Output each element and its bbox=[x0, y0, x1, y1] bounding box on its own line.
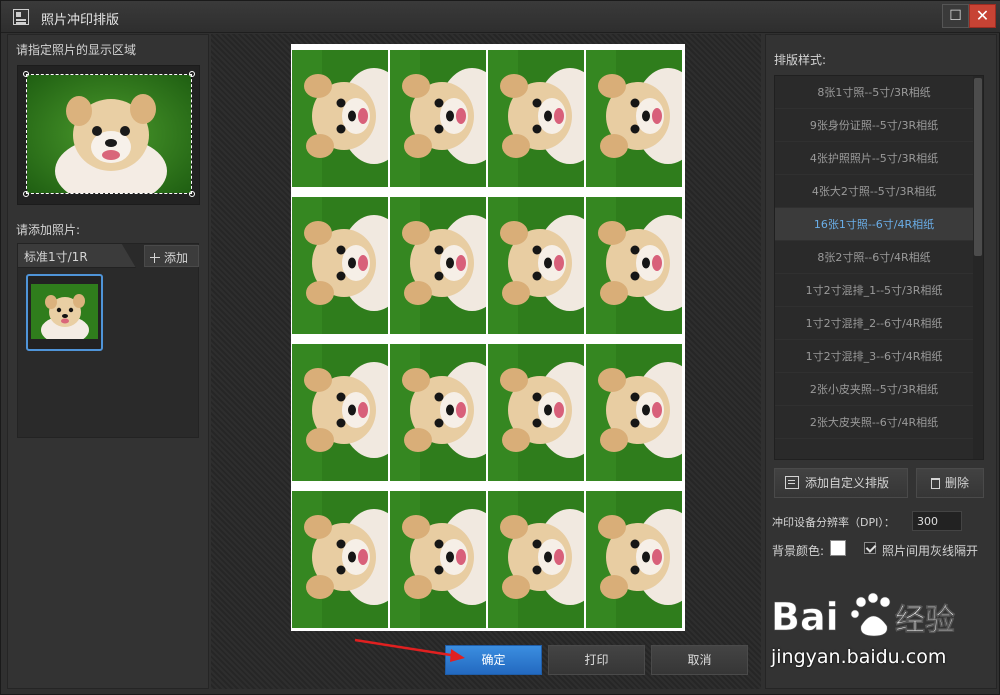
print-sheet bbox=[291, 44, 685, 631]
print-preview-area: 确定 打印 取消 bbox=[211, 34, 761, 689]
baidu-logo-icon: Bai 经验 bbox=[771, 592, 955, 639]
style-item-selected[interactable]: 16张1寸照--6寸/4R相纸 bbox=[775, 208, 973, 241]
style-item[interactable]: 4张大2寸照--5寸/3R相纸 bbox=[775, 175, 973, 208]
sheet-photo-cell bbox=[390, 197, 486, 334]
gray-separator-label: 照片间用灰线隔开 bbox=[882, 544, 979, 558]
red-arrow-annotation bbox=[354, 638, 465, 662]
app-window: 照片冲印排版 ☐ ✕ 请指定照片的显示区域 请添加照片: 标准1寸/1R 添加 … bbox=[0, 0, 1000, 695]
add-photo-button-label: 添加 bbox=[164, 251, 189, 265]
svg-text:经验: 经验 bbox=[895, 603, 955, 638]
dog-photo-preview bbox=[27, 75, 191, 205]
sheet-photo-cell bbox=[390, 491, 486, 628]
left-panel: 请指定照片的显示区域 请添加照片: 标准1寸/1R 添加 bbox=[7, 34, 209, 689]
delete-button[interactable]: 删除 bbox=[916, 468, 984, 498]
cancel-button[interactable]: 取消 bbox=[651, 645, 748, 675]
dpi-input[interactable] bbox=[912, 511, 962, 531]
photo-tab-area: 标准1寸/1R 添加 bbox=[17, 243, 199, 438]
baidu-watermark: Bai 经验 jingyan.baidu.com bbox=[771, 586, 996, 676]
maximize-button[interactable]: ☐ bbox=[942, 4, 969, 28]
background-color-swatch[interactable] bbox=[830, 540, 846, 556]
display-area-label: 请指定照片的显示区域 bbox=[16, 43, 137, 57]
style-item[interactable]: 1寸2寸混排_3--6寸/4R相纸 bbox=[775, 340, 973, 373]
sheet-photo-cell bbox=[488, 50, 584, 187]
title-bar[interactable]: 照片冲印排版 ☐ ✕ bbox=[1, 1, 1000, 33]
watermark-url: jingyan.baidu.com bbox=[771, 646, 947, 668]
list-scrollbar[interactable] bbox=[973, 76, 983, 459]
scrollbar-thumb[interactable] bbox=[974, 78, 982, 256]
add-photo-label: 请添加照片: bbox=[16, 223, 81, 237]
layout-style-label: 排版样式: bbox=[774, 53, 827, 67]
add-photo-button[interactable]: 添加 bbox=[144, 245, 199, 267]
sheet-photo-cell bbox=[390, 344, 486, 481]
tab-standard-1r[interactable]: 标准1寸/1R bbox=[18, 244, 136, 268]
sheet-photo-cell bbox=[586, 344, 682, 481]
svg-text:Bai: Bai bbox=[771, 595, 839, 639]
sheet-photo-cell bbox=[292, 344, 388, 481]
close-button[interactable]: ✕ bbox=[969, 4, 996, 28]
add-custom-layout-label: 添加自定义排版 bbox=[805, 476, 890, 490]
crop-preview[interactable] bbox=[17, 65, 200, 205]
dpi-label: 冲印设备分辨率（DPI）： bbox=[772, 516, 895, 529]
dog-thumbnail-image bbox=[31, 284, 98, 339]
sheet-photo-cell bbox=[488, 344, 584, 481]
window-title: 照片冲印排版 bbox=[41, 13, 120, 28]
layout-add-icon bbox=[785, 476, 799, 489]
sheet-photo-cell bbox=[488, 197, 584, 334]
photo-thumbnail[interactable] bbox=[26, 274, 103, 351]
trash-icon bbox=[930, 478, 940, 489]
sheet-photo-cell bbox=[390, 50, 486, 187]
app-icon bbox=[13, 9, 29, 25]
style-item[interactable]: 8张2寸照--6寸/4R相纸 bbox=[775, 241, 973, 274]
sheet-photo-cell bbox=[586, 491, 682, 628]
crop-frame[interactable] bbox=[23, 71, 195, 205]
style-item[interactable]: 1寸2寸混排_2--6寸/4R相纸 bbox=[775, 307, 973, 340]
crop-handle[interactable] bbox=[23, 191, 29, 197]
background-color-label: 背景颜色: bbox=[772, 544, 825, 558]
crop-handle[interactable] bbox=[189, 191, 195, 197]
style-item[interactable]: 1寸2寸混排_1--5寸/3R相纸 bbox=[775, 274, 973, 307]
add-custom-layout-button[interactable]: 添加自定义排版 bbox=[774, 468, 908, 498]
gray-separator-checkbox[interactable] bbox=[864, 542, 876, 554]
sheet-photo-cell bbox=[586, 50, 682, 187]
sheet-photo-cell bbox=[292, 197, 388, 334]
style-item[interactable]: 4张护照照片--5寸/3R相纸 bbox=[775, 142, 973, 175]
print-button[interactable]: 打印 bbox=[548, 645, 645, 675]
crop-handle[interactable] bbox=[189, 71, 195, 77]
sheet-photo-cell bbox=[292, 50, 388, 187]
plus-icon bbox=[150, 253, 160, 263]
style-item[interactable]: 9张身份证照--5寸/3R相纸 bbox=[775, 109, 973, 142]
style-item[interactable]: 2张大皮夹照--6寸/4R相纸 bbox=[775, 406, 973, 439]
sheet-photo-cell bbox=[292, 491, 388, 628]
layout-style-list[interactable]: 8张1寸照--5寸/3R相纸 9张身份证照--5寸/3R相纸 4张护照照片--5… bbox=[774, 75, 984, 460]
sheet-photo-cell bbox=[488, 491, 584, 628]
delete-button-label: 删除 bbox=[944, 476, 969, 490]
style-item[interactable]: 2张小皮夹照--5寸/3R相纸 bbox=[775, 373, 973, 406]
style-item[interactable]: 8张1寸照--5寸/3R相纸 bbox=[775, 76, 973, 109]
sheet-photo-cell bbox=[586, 197, 682, 334]
crop-handle[interactable] bbox=[23, 71, 29, 77]
